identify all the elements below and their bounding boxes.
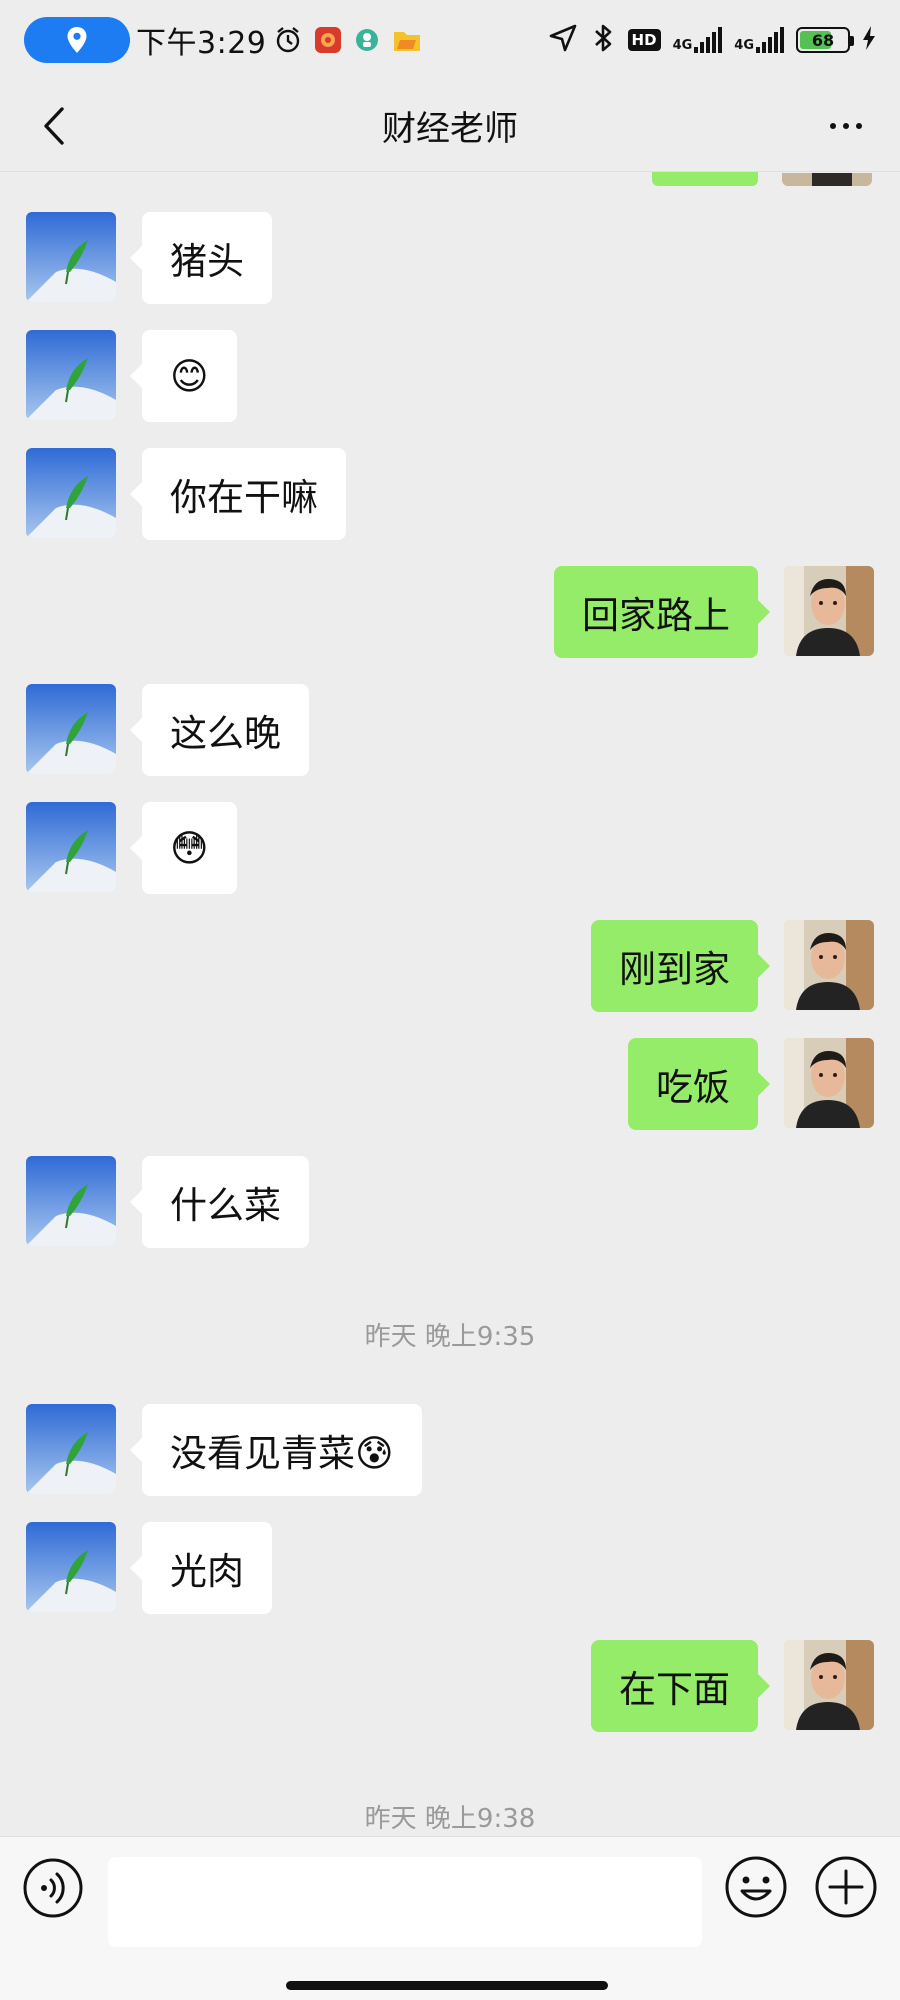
- message-bubble[interactable]: 没看见青菜😰: [130, 1404, 422, 1496]
- input-bar: [0, 1836, 900, 2000]
- signal-bars-icon: [694, 27, 723, 53]
- message-bubble[interactable]: 猪头: [130, 212, 272, 304]
- message-timestamp: 昨天 晚上9:35: [364, 1322, 536, 1352]
- incoming-message: 光肉: [0, 1522, 900, 1614]
- navigation-arrow-icon: [548, 23, 578, 57]
- partial-message-bubble: [652, 172, 758, 186]
- back-button[interactable]: [30, 102, 78, 150]
- emoji-smile-icon: [725, 1856, 787, 1918]
- message-bubble[interactable]: 😳: [130, 802, 237, 894]
- app-notification-icon: [354, 27, 380, 53]
- incoming-message: 你在干嘛: [0, 448, 900, 540]
- folder-app-icon: [392, 27, 422, 53]
- signal-strength-1: 4G: [673, 27, 723, 53]
- signal-strength-2: 4G: [734, 27, 784, 53]
- message-bubble[interactable]: 吃饭: [628, 1038, 770, 1130]
- chat-header: 财经老师: [0, 80, 900, 172]
- contact-avatar[interactable]: [26, 330, 116, 420]
- battery-icon: 68: [796, 27, 854, 53]
- contact-avatar[interactable]: [26, 802, 116, 892]
- outgoing-message: 刚到家: [0, 920, 900, 1012]
- location-pill[interactable]: [24, 17, 130, 63]
- emoji-button[interactable]: [724, 1855, 788, 1919]
- more-options-button[interactable]: [820, 102, 872, 150]
- incoming-message: 这么晚: [0, 684, 900, 776]
- voice-input-button[interactable]: [22, 1857, 84, 1919]
- home-indicator[interactable]: [286, 1981, 608, 1990]
- outgoing-message: 回家路上: [0, 566, 900, 658]
- my-avatar[interactable]: [784, 1640, 874, 1730]
- charging-bolt-icon: [862, 25, 876, 55]
- battery-level: 68: [811, 30, 835, 50]
- voice-icon: [23, 1858, 83, 1918]
- message-list[interactable]: 猪头 😊 你在干嘛 回家路上 这么晚 😳 刚到家 吃饭 什么菜 没看见青菜😰 光肉 在下面 昨天 晚上9…: [0, 172, 900, 1836]
- outgoing-message: 吃饭: [0, 1038, 900, 1130]
- message-bubble[interactable]: 光肉: [130, 1522, 272, 1614]
- clock-time: 下午3:29: [136, 26, 267, 61]
- location-pin-icon: [67, 27, 87, 53]
- message-bubble[interactable]: 在下面: [591, 1640, 770, 1732]
- incoming-message: 猪头: [0, 212, 900, 304]
- status-bar: 下午3:29 HD 4G 4G 68: [0, 0, 900, 80]
- message-bubble[interactable]: 这么晚: [130, 684, 309, 776]
- message-bubble[interactable]: 你在干嘛: [130, 448, 346, 540]
- partial-avatar: [782, 172, 872, 186]
- contact-avatar[interactable]: [26, 1404, 116, 1494]
- plus-icon: [815, 1856, 877, 1918]
- outgoing-message: 在下面: [0, 1640, 900, 1732]
- contact-avatar[interactable]: [26, 684, 116, 774]
- contact-avatar[interactable]: [26, 448, 116, 538]
- message-bubble[interactable]: 刚到家: [591, 920, 770, 1012]
- my-avatar[interactable]: [784, 566, 874, 656]
- message-bubble[interactable]: 😊: [130, 330, 237, 422]
- bluetooth-icon: [590, 23, 616, 57]
- chevron-left-icon: [44, 107, 64, 145]
- incoming-message: 没看见青菜😰: [0, 1404, 900, 1496]
- signal-bars-icon: [756, 27, 784, 53]
- incoming-message: 😊: [0, 330, 900, 422]
- message-input[interactable]: [108, 1857, 702, 1947]
- message-bubble[interactable]: 回家路上: [554, 566, 770, 658]
- hd-badge: HD: [627, 29, 661, 51]
- incoming-message: 什么菜: [0, 1156, 900, 1248]
- network-type-label: 4G: [734, 38, 754, 53]
- message-bubble[interactable]: 什么菜: [130, 1156, 309, 1248]
- contact-avatar[interactable]: [26, 212, 116, 302]
- incoming-message: 😳: [0, 802, 900, 894]
- alarm-icon: [274, 26, 302, 54]
- message-timestamp: 昨天 晚上9:38: [364, 1804, 536, 1834]
- my-avatar[interactable]: [784, 1038, 874, 1128]
- music-app-icon: [314, 26, 342, 54]
- more-functions-button[interactable]: [814, 1855, 878, 1919]
- chat-title: 财经老师: [382, 109, 518, 149]
- contact-avatar[interactable]: [26, 1156, 116, 1246]
- network-type-label: 4G: [672, 38, 693, 53]
- my-avatar[interactable]: [784, 920, 874, 1010]
- contact-avatar[interactable]: [26, 1522, 116, 1612]
- more-dots-icon: [830, 123, 836, 129]
